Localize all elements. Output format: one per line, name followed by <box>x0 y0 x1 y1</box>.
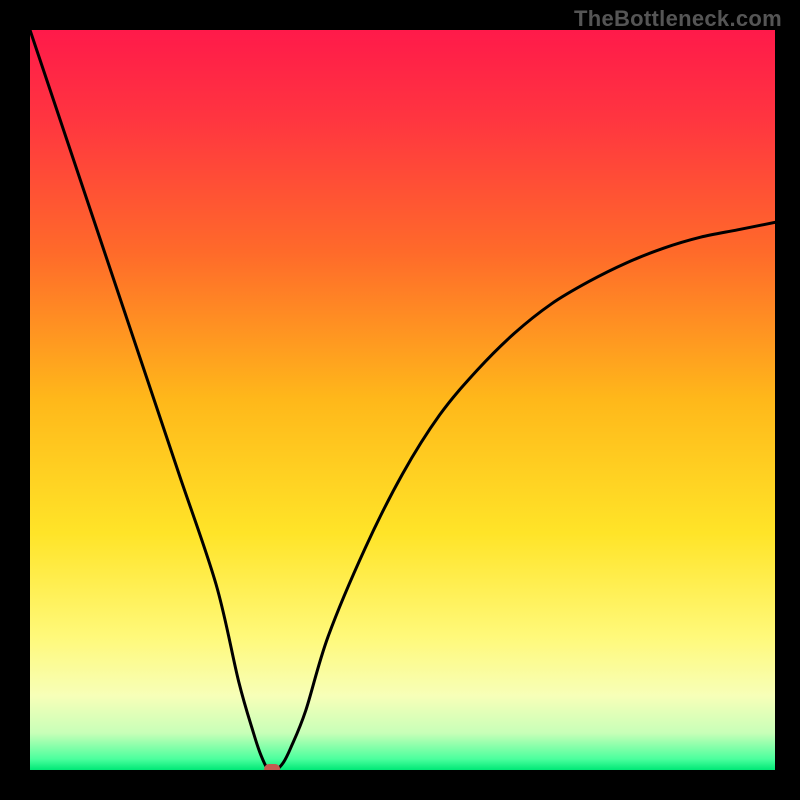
bottleneck-chart <box>30 30 775 770</box>
chart-background <box>30 30 775 770</box>
watermark-text: TheBottleneck.com <box>574 6 782 32</box>
chart-frame: TheBottleneck.com <box>0 0 800 800</box>
minimum-marker <box>264 764 280 770</box>
